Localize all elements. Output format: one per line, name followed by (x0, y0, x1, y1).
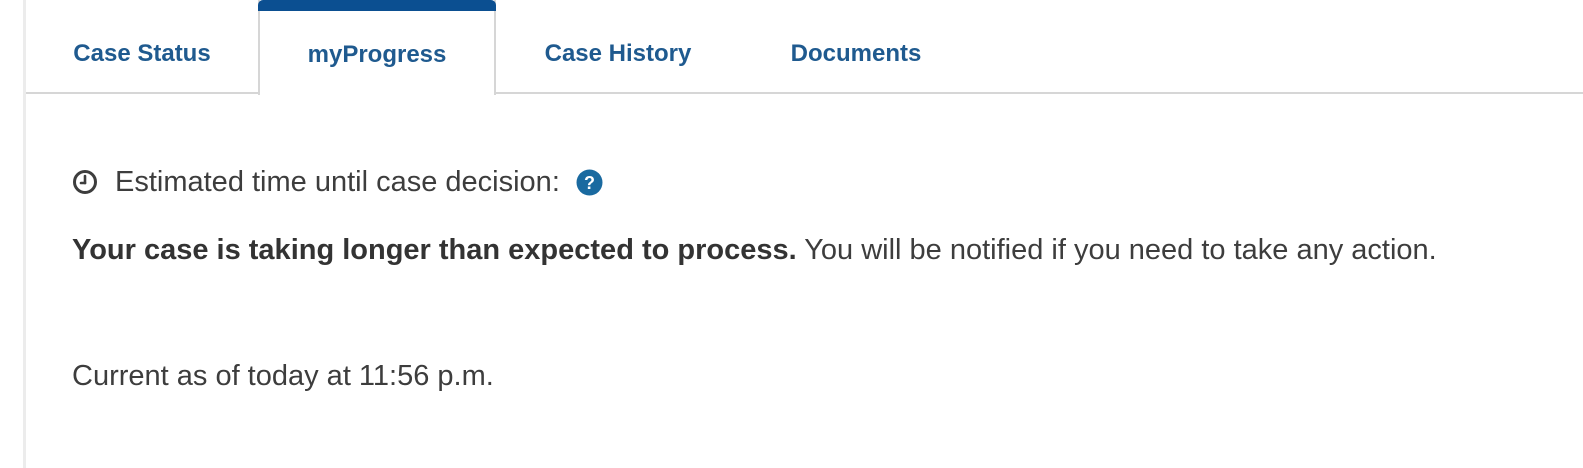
tab-documents[interactable]: Documents (740, 0, 972, 94)
tab-bar: Case Status myProgress Case History Docu… (26, 0, 1583, 95)
tab-case-status-label: Case Status (73, 40, 211, 67)
tab-myprogress[interactable]: myProgress (258, 0, 496, 95)
estimate-row: Estimated time until case decision: ? (72, 162, 603, 202)
current-as-of-timestamp: Current as of today at 11:56 p.m. (72, 360, 494, 392)
svg-text:?: ? (584, 173, 595, 193)
tab-case-history-label: Case History (544, 40, 692, 67)
status-message-rest: You will be notified if you need to take… (796, 234, 1437, 266)
status-message-bold: Your case is taking longer than expected… (72, 234, 797, 266)
tab-case-history[interactable]: Case History (496, 0, 740, 94)
tab-case-status[interactable]: Case Status (26, 0, 258, 94)
question-circle-icon[interactable]: ? (576, 169, 603, 196)
estimate-label: Estimated time until case decision: (115, 165, 560, 198)
tab-myprogress-label: myProgress (307, 40, 447, 68)
tab-documents-label: Documents (790, 40, 922, 67)
clock-icon (72, 169, 98, 195)
status-message: Your case is taking longer than expected… (72, 234, 1437, 267)
